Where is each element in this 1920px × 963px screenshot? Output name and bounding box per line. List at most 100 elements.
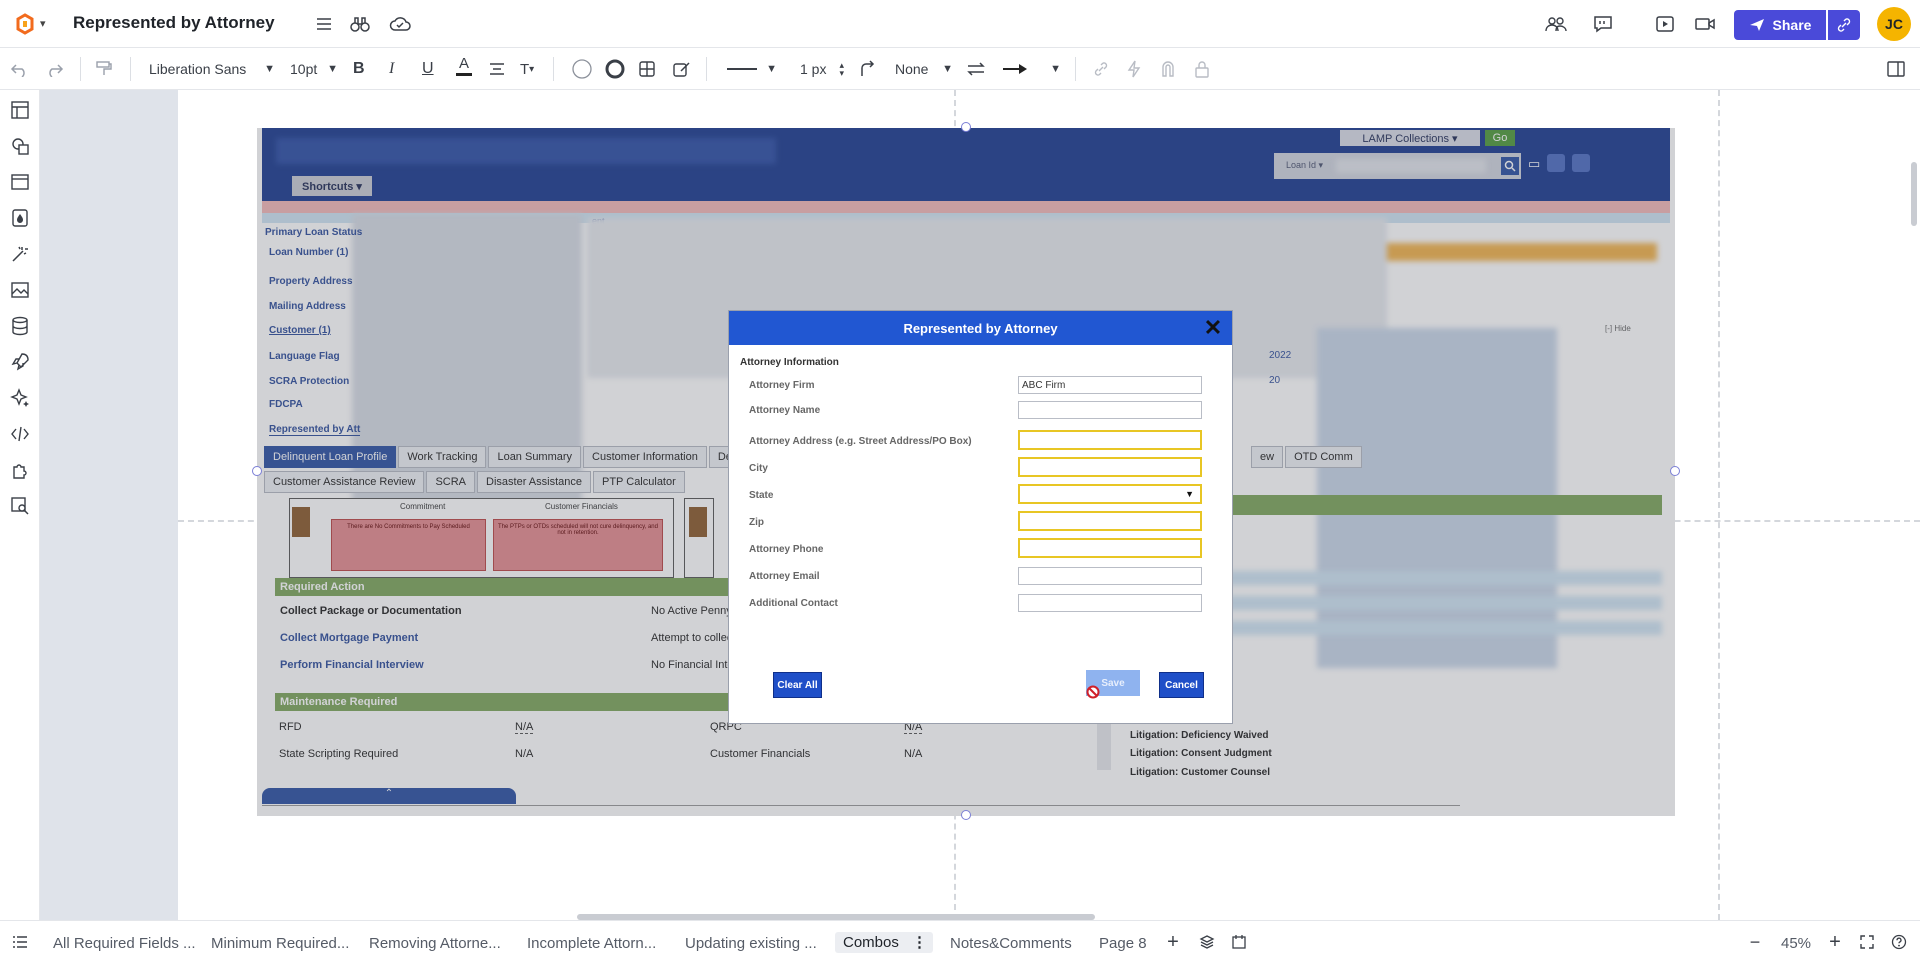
bold-icon[interactable]: B	[353, 57, 365, 81]
cancel-button[interactable]: Cancel	[1159, 672, 1204, 698]
undo-icon[interactable]	[10, 57, 30, 81]
resize-handle-right[interactable]	[1670, 466, 1680, 476]
lightning-icon[interactable]	[1126, 57, 1142, 81]
connector-style-icon[interactable]	[858, 57, 876, 81]
resize-handle-top[interactable]	[961, 122, 971, 132]
attorney-address-input[interactable]	[1018, 430, 1202, 450]
format-painter-icon[interactable]	[95, 57, 113, 81]
page-tab[interactable]: Minimum Required...	[211, 935, 349, 952]
italic-icon[interactable]: I	[389, 57, 394, 81]
arrow-right-icon	[1003, 64, 1027, 74]
dialog-title: Represented by Attorney	[729, 311, 1232, 345]
document-title[interactable]: Represented by Attorney	[73, 13, 275, 33]
attorney-name-input[interactable]	[1018, 401, 1202, 419]
chevron-down-icon[interactable]: ▾	[40, 17, 46, 30]
page-tab[interactable]: All Required Fields ...	[53, 935, 196, 952]
attorney-email-input[interactable]	[1018, 567, 1202, 585]
present-icon[interactable]	[1653, 12, 1677, 36]
binoculars-icon[interactable]	[348, 12, 372, 36]
lock-icon[interactable]	[1194, 57, 1210, 81]
shape-style-icon[interactable]	[672, 57, 692, 81]
help-icon[interactable]	[1889, 932, 1909, 952]
text-options-icon[interactable]: T ▾	[520, 57, 534, 81]
text-color-icon[interactable]: A	[456, 56, 472, 81]
panel-toggle-icon[interactable]	[1886, 57, 1906, 81]
page-tab-active[interactable]: Combos ⋮	[835, 932, 933, 953]
chevron-down-icon: ▼	[1050, 63, 1061, 75]
video-icon[interactable]	[1693, 12, 1717, 36]
state-label: State	[749, 490, 774, 501]
embedded-screenshot[interactable]: LAMP Collections ▾ Go Loan Id ▾ ▭ Shortc…	[257, 128, 1675, 816]
resize-handle-left[interactable]	[252, 466, 262, 476]
zoom-out-icon[interactable]: −	[1745, 932, 1765, 952]
fill-color-icon[interactable]	[571, 57, 593, 81]
share-button[interactable]: Share	[1734, 10, 1826, 40]
user-avatar[interactable]: JC	[1877, 7, 1911, 41]
left-tool-rail	[0, 90, 40, 920]
page-settings-icon[interactable]	[1229, 932, 1249, 952]
canvas[interactable]: LAMP Collections ▾ Go Loan Id ▾ ▭ Shortc…	[40, 90, 1920, 920]
redo-icon[interactable]	[44, 57, 64, 81]
font-size-value: 10pt	[290, 61, 318, 77]
zip-input[interactable]	[1018, 511, 1202, 531]
page-tab[interactable]: Page 8	[1099, 935, 1147, 952]
page-tab[interactable]: Removing Attorne...	[369, 935, 501, 952]
zoom-level[interactable]: 45%	[1781, 935, 1811, 952]
city-input[interactable]	[1018, 457, 1202, 477]
line-style-select[interactable]: ▼	[727, 57, 777, 81]
image-icon[interactable]	[8, 278, 32, 302]
layers-icon[interactable]	[1197, 932, 1217, 952]
screenshot-search-icon[interactable]	[8, 494, 32, 518]
link-icon[interactable]	[1092, 57, 1110, 81]
comments-icon[interactable]	[1591, 12, 1615, 36]
ai-sparkle-icon[interactable]	[8, 386, 32, 410]
page-tab[interactable]: Notes&Comments	[950, 935, 1072, 952]
copy-link-button[interactable]	[1828, 10, 1860, 40]
swap-arrows-icon[interactable]	[966, 57, 986, 81]
page-tabs-bar: All Required Fields ... Minimum Required…	[0, 920, 1920, 963]
zoom-in-icon[interactable]: +	[1825, 931, 1845, 953]
resize-handle-bottom[interactable]	[961, 810, 971, 820]
app-logo-icon[interactable]	[14, 13, 36, 35]
font-family-select[interactable]: Liberation Sans ▼	[149, 57, 275, 81]
cloud-saved-icon[interactable]	[388, 12, 412, 36]
attorney-firm-input[interactable]	[1018, 376, 1202, 394]
chevron-down-icon: ▼	[766, 63, 777, 75]
plugins-icon[interactable]	[8, 458, 32, 482]
database-icon[interactable]	[8, 314, 32, 338]
data-fill-icon[interactable]	[8, 206, 32, 230]
arrow-end-select[interactable]: ▼	[1003, 57, 1061, 81]
collaborators-icon[interactable]	[1544, 12, 1568, 36]
magnet-icon[interactable]	[1160, 57, 1176, 81]
add-page-icon[interactable]: +	[1163, 931, 1183, 953]
attorney-email-label: Attorney Email	[749, 571, 820, 582]
clear-all-button[interactable]: Clear All	[773, 672, 822, 698]
templates-icon[interactable]	[8, 98, 32, 122]
page-list-icon[interactable]	[10, 932, 30, 952]
magic-wand-icon[interactable]	[8, 242, 32, 266]
top-bar: ▾ Represented by Attorney Share JC	[0, 0, 1920, 48]
frame-icon[interactable]	[8, 170, 32, 194]
underline-icon[interactable]: U	[422, 57, 434, 81]
page-tab[interactable]: Updating existing ...	[685, 935, 817, 952]
align-center-icon[interactable]	[488, 57, 506, 81]
font-size-select[interactable]: 10pt ▼	[290, 57, 338, 81]
attorney-phone-input[interactable]	[1018, 538, 1202, 558]
shapes-icon[interactable]	[8, 134, 32, 158]
line-endpoint-select[interactable]: None ▼	[895, 57, 953, 81]
fit-screen-icon[interactable]	[1857, 932, 1877, 952]
rocket-icon[interactable]	[8, 350, 32, 374]
more-vertical-icon[interactable]: ⋮	[912, 933, 927, 951]
page-tab-label: Combos	[843, 934, 899, 951]
line-color-icon[interactable]	[604, 57, 626, 81]
code-icon[interactable]	[8, 422, 32, 446]
vertical-scrollbar[interactable]	[1911, 162, 1917, 226]
menu-icon[interactable]	[312, 12, 336, 36]
state-select[interactable]: ▼	[1018, 484, 1202, 504]
close-icon[interactable]: ✕	[1202, 317, 1224, 339]
table-insert-icon[interactable]	[638, 57, 656, 81]
page-tab[interactable]: Incomplete Attorn...	[527, 935, 656, 952]
additional-contact-input[interactable]	[1018, 594, 1202, 612]
line-width-stepper[interactable]: 1 px ▴ ▾	[800, 57, 844, 81]
send-icon	[1749, 19, 1764, 31]
